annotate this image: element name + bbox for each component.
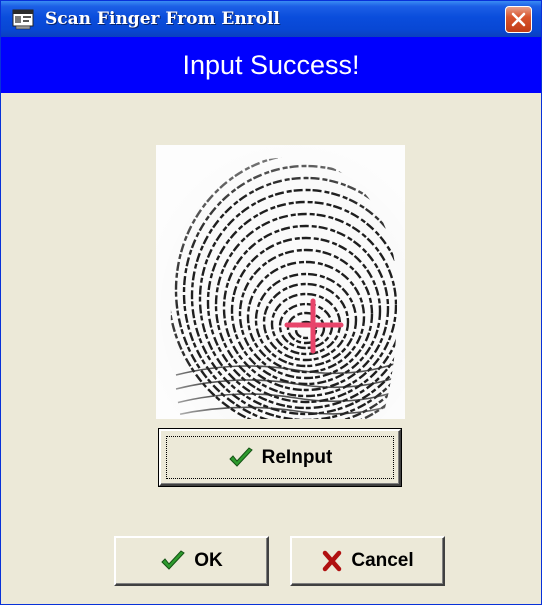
checkmark-icon [161,550,186,570]
red-x-icon [323,550,342,572]
enroll-dialog: Scan Finger From Enroll Input Success! R… [0,0,542,605]
dialog-body: ReInput OK Cancel [1,93,541,604]
title-bar[interactable]: Scan Finger From Enroll [1,1,541,37]
status-banner: Input Success! [1,37,541,93]
cancel-button[interactable]: Cancel [290,536,445,586]
close-button[interactable] [505,6,532,33]
ok-label: OK [194,550,223,571]
close-x-icon [511,12,526,27]
fingerprint-image [156,145,405,419]
cancel-label: Cancel [351,550,414,571]
focus-rect [166,436,394,479]
window-title: Scan Finger From Enroll [45,9,280,29]
reinput-button[interactable]: ReInput [158,428,402,487]
ok-button[interactable]: OK [114,536,269,586]
scanner-app-icon [12,8,36,30]
